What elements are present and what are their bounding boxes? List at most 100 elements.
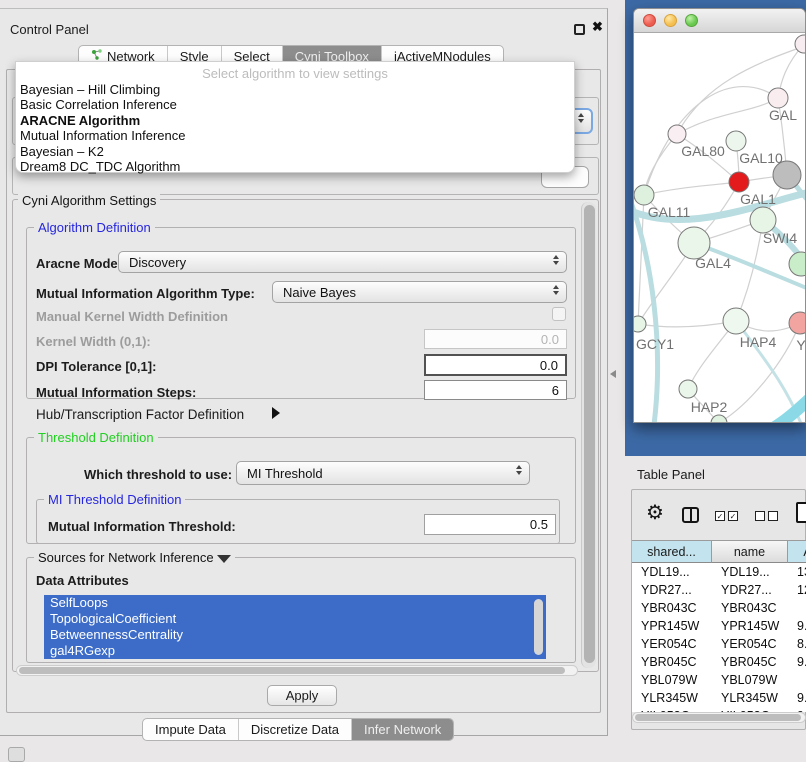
table-row[interactable]: YBL079WYBL079W <box>632 671 806 689</box>
threshold-definition-title: Threshold Definition <box>34 430 158 445</box>
stepper-icon <box>578 113 584 123</box>
network-node-gcy1[interactable] <box>634 316 646 332</box>
network-edge[interactable] <box>736 220 763 321</box>
minimize-button[interactable] <box>664 14 677 27</box>
zoom-button[interactable] <box>685 14 698 27</box>
select-all-icon[interactable]: ✓ ✓ <box>715 511 738 521</box>
network-window-titlebar[interactable] <box>634 9 805 33</box>
algorithm-option-dream8-dc-tdc-algorithm[interactable]: Dream8 DC_TDC Algorithm <box>20 159 570 174</box>
table-row[interactable]: YPR145WYPR145W9. <box>632 617 806 635</box>
tab-impute-data[interactable]: Impute Data <box>143 719 239 740</box>
close-icon[interactable]: ✖ <box>592 19 603 35</box>
network-node-y[interactable] <box>789 312 806 334</box>
network-node[interactable] <box>789 252 806 276</box>
mi-algorithm-type-select[interactable]: Naive Bayes <box>272 281 567 303</box>
network-edge[interactable] <box>634 189 658 423</box>
algorithm-dropdown-popup: Select algorithm to view settings Bayesi… <box>15 61 575 173</box>
algorithm-option-bayesian-k2[interactable]: Bayesian – K2 <box>20 144 570 159</box>
table-cell: 9. <box>788 617 806 635</box>
taskbar-icon[interactable] <box>8 747 25 762</box>
data-attributes-label: Data Attributes <box>36 573 129 588</box>
splitter-collapse-icon[interactable] <box>610 370 616 378</box>
tab-infer-network[interactable]: Infer Network <box>352 719 453 740</box>
network-node-gal[interactable] <box>768 88 788 108</box>
node-label-y: Y <box>796 337 806 353</box>
aracne-mode-select[interactable]: Discovery <box>118 251 567 273</box>
network-node-hap2[interactable] <box>679 380 697 398</box>
network-edge[interactable] <box>644 182 739 195</box>
table-cell: YDL19... <box>632 563 712 581</box>
collapse-arrow-icon[interactable] <box>217 555 231 563</box>
mi-threshold-field[interactable]: 0.5 <box>424 514 556 535</box>
node-label-gcy1: GCY1 <box>636 336 674 352</box>
tab-discretize-data[interactable]: Discretize Data <box>239 719 352 740</box>
manual-kernel-checkbox[interactable] <box>552 307 566 321</box>
columns-icon[interactable] <box>682 507 699 523</box>
table-cell: YBR045C <box>632 653 712 671</box>
apply-button[interactable]: Apply <box>267 685 337 706</box>
data-attributes-list[interactable]: SelfLoopsTopologicalCoefficientBetweenne… <box>44 595 546 659</box>
attribute-item-gal4rgexp[interactable]: gal4RGexp <box>44 643 546 659</box>
settings-horizontal-scrollbar[interactable] <box>16 665 578 676</box>
network-canvas[interactable]: GALGAL80GAL10GAL1GAL11SWI4GAL4GCY1HAP4YH… <box>634 33 806 423</box>
hub-definition-label: Hub/Transcription Factor Definition <box>36 407 244 422</box>
sources-title-text: Sources for Network Inference <box>38 550 214 565</box>
network-view-window: GALGAL80GAL10GAL1GAL11SWI4GAL4GCY1HAP4YH… <box>633 8 806 423</box>
table-row[interactable]: YBR043CYBR043C <box>632 599 806 617</box>
kernel-width-field[interactable]: 0.0 <box>424 329 567 349</box>
network-edge[interactable] <box>677 98 778 134</box>
table-cell: YPR145W <box>632 617 712 635</box>
checked-box-icon: ✓ <box>715 511 725 521</box>
gear-icon[interactable]: ⚙ <box>646 503 664 523</box>
float-icon[interactable] <box>574 24 585 35</box>
network-node-gal80[interactable] <box>668 125 686 143</box>
document-icon[interactable] <box>796 502 806 523</box>
table-header-row: shared...nameA <box>632 540 806 563</box>
table-row[interactable]: YER054CYER054C8. <box>632 635 806 653</box>
close-button[interactable] <box>643 14 656 27</box>
algorithm-definition-title: Algorithm Definition <box>34 220 155 235</box>
table-row[interactable]: YDL19...YDL19...13 <box>632 563 806 581</box>
select-none-icon[interactable] <box>755 511 778 521</box>
which-threshold-select[interactable]: MI Threshold <box>236 461 530 485</box>
attribute-item-betweennesscentrality[interactable]: BetweennessCentrality <box>44 627 546 643</box>
algorithm-option-aracne-algorithm[interactable]: ARACNE Algorithm <box>20 113 570 128</box>
algorithm-option-mutual-information-inference[interactable]: Mutual Information Inference <box>20 128 570 143</box>
algorithm-option-basic-correlation-inference[interactable]: Basic Correlation Inference <box>20 97 570 112</box>
which-threshold-label: Which threshold to use: <box>84 467 232 482</box>
node-label-gal80: GAL80 <box>681 143 725 159</box>
network-node-gal10[interactable] <box>726 131 746 151</box>
aracne-mode-label: Aracne Mode: <box>36 256 122 271</box>
column-header-name[interactable]: name <box>712 540 788 563</box>
settings-scrollbar-thumb[interactable] <box>584 205 595 663</box>
table-row[interactable]: YLR345WYLR345W9. <box>632 689 806 707</box>
network-node-hap4[interactable] <box>723 308 749 334</box>
dpi-tolerance-field[interactable]: 0.0 <box>424 354 567 376</box>
column-header-shared[interactable]: shared... <box>632 540 712 563</box>
network-node-gal11[interactable] <box>634 185 654 205</box>
table-cell: 13 <box>788 563 806 581</box>
manual-kernel-label: Manual Kernel Width Definition <box>36 309 228 324</box>
checked-box-icon: ✓ <box>728 511 738 521</box>
column-header-a[interactable]: A <box>788 540 806 563</box>
table-cell: 8. <box>788 635 806 653</box>
expand-arrow-icon[interactable] <box>272 407 280 419</box>
network-edge[interactable] <box>638 321 736 327</box>
table-cell: YER054C <box>712 635 788 653</box>
table-row[interactable]: YDR27...YDR27...12 <box>632 581 806 599</box>
mi-steps-field[interactable]: 6 <box>424 380 567 400</box>
network-node-gal1[interactable] <box>729 172 749 192</box>
attribute-item-topologicalcoefficient[interactable]: TopologicalCoefficient <box>44 611 546 627</box>
network-node[interactable] <box>795 35 806 53</box>
sources-group-title: Sources for Network Inference <box>34 550 235 565</box>
table-cell: YBL079W <box>712 671 788 689</box>
table-cell: YDR27... <box>712 581 788 599</box>
table-horizontal-scrollbar[interactable] <box>632 712 806 723</box>
table-row[interactable]: YBR045CYBR045C9. <box>632 653 806 671</box>
screen: { "control_panel": { "title": "Control P… <box>0 0 806 762</box>
attribute-list-scrollbar-thumb[interactable] <box>534 599 543 655</box>
table-cell: YDR27... <box>632 581 712 599</box>
attribute-item-selfloops[interactable]: SelfLoops <box>44 595 546 611</box>
algorithm-option-bayesian-hill-climbing[interactable]: Bayesian – Hill Climbing <box>20 82 570 97</box>
stepper-icon <box>553 255 559 265</box>
